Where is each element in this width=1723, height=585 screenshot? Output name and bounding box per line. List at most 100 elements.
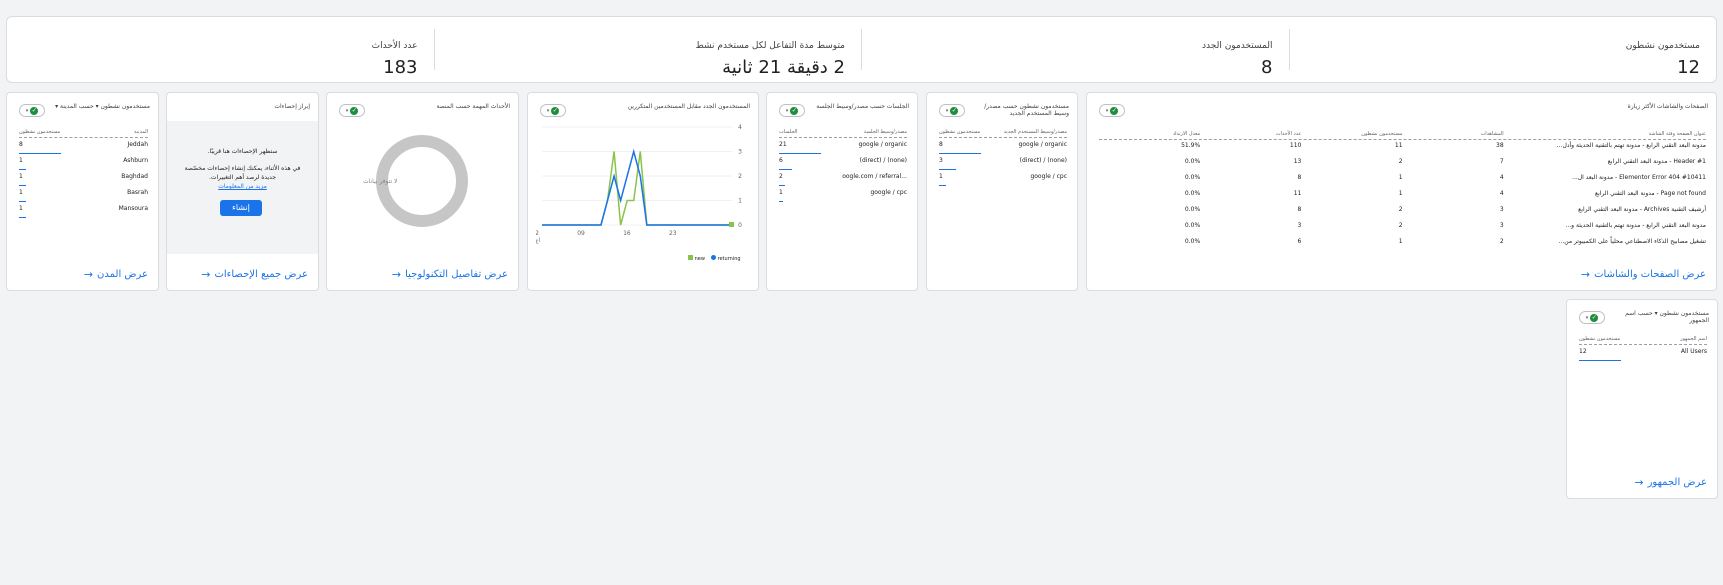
col-header[interactable]: الجلسات: [779, 129, 798, 135]
check-icon: ✓: [30, 106, 39, 115]
row-value: 0.0%: [1184, 222, 1201, 229]
table-row[interactable]: google / cpc 1: [939, 173, 1067, 189]
col-header[interactable]: المدينة: [134, 129, 148, 135]
row-label: Jeddah: [127, 141, 148, 148]
compare-toggle[interactable]: ▾ ✓: [1579, 311, 1605, 324]
col-header[interactable]: مستخدمون نشطون: [1301, 129, 1402, 139]
row-value: 8: [1297, 174, 1302, 181]
row-value: 0.0%: [1184, 174, 1201, 181]
row-value: 3: [1297, 222, 1302, 229]
table-row[interactable]: (none) / (direct) 3: [939, 157, 1067, 173]
view-tech-link[interactable]: عرض تفاصيل التكنولوجيا →: [392, 268, 508, 281]
table-row[interactable]: Mansoura 1: [19, 205, 148, 221]
table-header: اسم الجمهور مستخدمون نشطون: [1579, 336, 1707, 345]
kpi-active-users[interactable]: مستخدمون نشطون 12: [1288, 29, 1717, 78]
col-header[interactable]: معدل الارتداد: [1099, 129, 1200, 139]
row-value: 11: [1293, 190, 1302, 197]
learn-more-link[interactable]: مزيد من المعلومات: [177, 182, 308, 191]
col-header[interactable]: مستخدمون نشطون: [19, 129, 60, 135]
kpi-value: 183: [383, 57, 418, 78]
col-header[interactable]: مستخدمون نشطون: [939, 129, 980, 135]
table-row[interactable]: أرشيف التقنية Archives - مدونة البعد الت…: [1099, 204, 1706, 220]
table-row[interactable]: google / organic 21: [779, 141, 907, 157]
col-header[interactable]: المشاهدات: [1403, 129, 1504, 139]
create-button[interactable]: إنشاء: [220, 200, 262, 216]
compare-toggle[interactable]: ▾ ✓: [939, 104, 965, 117]
table-row[interactable]: تشغيل مصابيح الذكاء الاصطناعي محلياً على…: [1099, 236, 1706, 252]
row-bar: [19, 216, 26, 218]
view-audience-link[interactable]: عرض الجمهور →: [1634, 476, 1707, 489]
kpi-value: 12: [1677, 57, 1700, 78]
compare-toggle[interactable]: ▾ ✓: [19, 104, 45, 117]
row-value: 3: [1499, 206, 1504, 213]
footer-label: عرض المدن: [97, 269, 148, 280]
row-value: 1: [1398, 190, 1403, 197]
footer-label: عرض تفاصيل التكنولوجيا: [405, 269, 508, 280]
row-label: (none) / (direct): [1019, 157, 1067, 164]
kpi-label: مستخدمون نشطون: [1625, 41, 1700, 51]
table-row[interactable]: Header #1 - مدونة البعد التقني الرابع 7 2 1…: [1099, 156, 1706, 172]
row-value: 110: [1289, 142, 1302, 149]
compare-toggle[interactable]: ▾ ✓: [339, 104, 365, 117]
table-row[interactable]: ...oogle.com / referral 2: [779, 173, 907, 189]
table-row[interactable]: Page not found - مدونة البعد التقني الرا…: [1099, 188, 1706, 204]
col-header[interactable]: مصدر/وسيط الجلسة: [864, 129, 907, 135]
row-label: أرشيف التقنية Archives - مدونة البعد الت…: [1578, 206, 1706, 213]
row-value: 6: [779, 157, 783, 164]
view-cities-link[interactable]: عرض المدن →: [84, 268, 148, 281]
kpi-strip: مستخدمون نشطون 12 المستخدمون الجدد 8 متو…: [6, 16, 1717, 83]
view-insights-link[interactable]: عرض جميع الإحصاءات →: [201, 268, 308, 281]
row-bar: [939, 152, 981, 154]
col-header[interactable]: مستخدمون نشطون: [1579, 336, 1620, 342]
table-row[interactable]: مدونة البعد التقني الرابع - مدونة تهتم ب…: [1099, 220, 1706, 236]
line-chart[interactable]: 4 3 2 1 0 2 09 16 23 أغ: [536, 121, 752, 251]
row-value: 1: [19, 173, 23, 180]
table-row[interactable]: Baghdad 1: [19, 173, 148, 189]
col-header[interactable]: مصدر/وسيط المستخدم الجديد: [1004, 129, 1067, 135]
row-value: 12: [1579, 348, 1587, 355]
table-row[interactable]: Elementor Error 404 #10411 - مدونة البعد…: [1099, 172, 1706, 188]
kpi-new-users[interactable]: المستخدمون الجدد 8: [861, 29, 1289, 78]
kpi-event-count[interactable]: عدد الأحداث 183: [7, 29, 434, 78]
x-tick-label: 23: [669, 230, 677, 237]
table-row[interactable]: Jeddah 8: [19, 141, 148, 157]
col-header[interactable]: عنوان الصفحة وفئة الشاشة: [1504, 129, 1706, 139]
col-header[interactable]: اسم الجمهور: [1680, 336, 1707, 342]
cities-table: المدينة مستخدمون نشطون Jeddah 8 Ashburn 1 Bag…: [19, 129, 148, 221]
chevron-down-icon: ▾: [1585, 314, 1589, 321]
legend-returning[interactable]: returning: [710, 255, 741, 262]
table-row[interactable]: google / cpc 1: [779, 189, 907, 205]
table-row[interactable]: Basrah 1: [19, 189, 148, 205]
view-pages-link[interactable]: عرض الصفحات والشاشات →: [1581, 268, 1706, 281]
table-row[interactable]: google / organic 8: [939, 141, 1067, 157]
table-row[interactable]: (none) / (direct) 6: [779, 157, 907, 173]
legend-label: returning: [717, 256, 741, 262]
row-value: 51.9%: [1181, 142, 1201, 149]
row-label: google / cpc: [1030, 173, 1067, 180]
compare-toggle[interactable]: ▾ ✓: [540, 104, 566, 117]
kpi-label: متوسط مدة التفاعل لكل مستخدم نشط: [695, 41, 845, 51]
card-title: مستخدمون نشطون حسب مصدر/وسيط المستخدم ال…: [984, 103, 1069, 117]
chevron-down-icon: ▾: [345, 107, 349, 114]
compare-toggle[interactable]: ▾ ✓: [1099, 104, 1125, 117]
compare-toggle[interactable]: ▾ ✓: [779, 104, 805, 117]
check-icon: ✓: [1110, 106, 1119, 115]
kpi-value: 2 دقيقة 21 ثانية: [722, 57, 845, 78]
kpi-engagement-time[interactable]: متوسط مدة التفاعل لكل مستخدم نشط 2 دقيقة…: [433, 29, 862, 78]
table-row[interactable]: All Users 12: [1579, 348, 1707, 364]
row-label: Mansoura: [118, 205, 148, 212]
card-title[interactable]: مستخدمون نشطون ▾ حسب اسم الجمهور: [1609, 310, 1709, 324]
row-value: 7: [1499, 158, 1504, 165]
row-value: 0.0%: [1184, 158, 1201, 165]
kpi-label: عدد الأحداث: [371, 41, 418, 51]
row-value: 1: [779, 189, 783, 196]
row-label: All Users: [1680, 348, 1707, 355]
row-value: 3: [939, 157, 943, 164]
arrow-icon: →: [201, 268, 211, 281]
col-header[interactable]: عدد الأحداث: [1200, 129, 1301, 139]
legend-new[interactable]: new: [688, 255, 705, 262]
row-value: 1: [19, 189, 23, 196]
card-title[interactable]: مستخدمون نشطون ▾ حسب المدينة ▾: [50, 103, 150, 110]
table-row[interactable]: مدونة البعد التقني الرابع - مدونة تهتم ب…: [1099, 140, 1706, 156]
table-row[interactable]: Ashburn 1: [19, 157, 148, 173]
